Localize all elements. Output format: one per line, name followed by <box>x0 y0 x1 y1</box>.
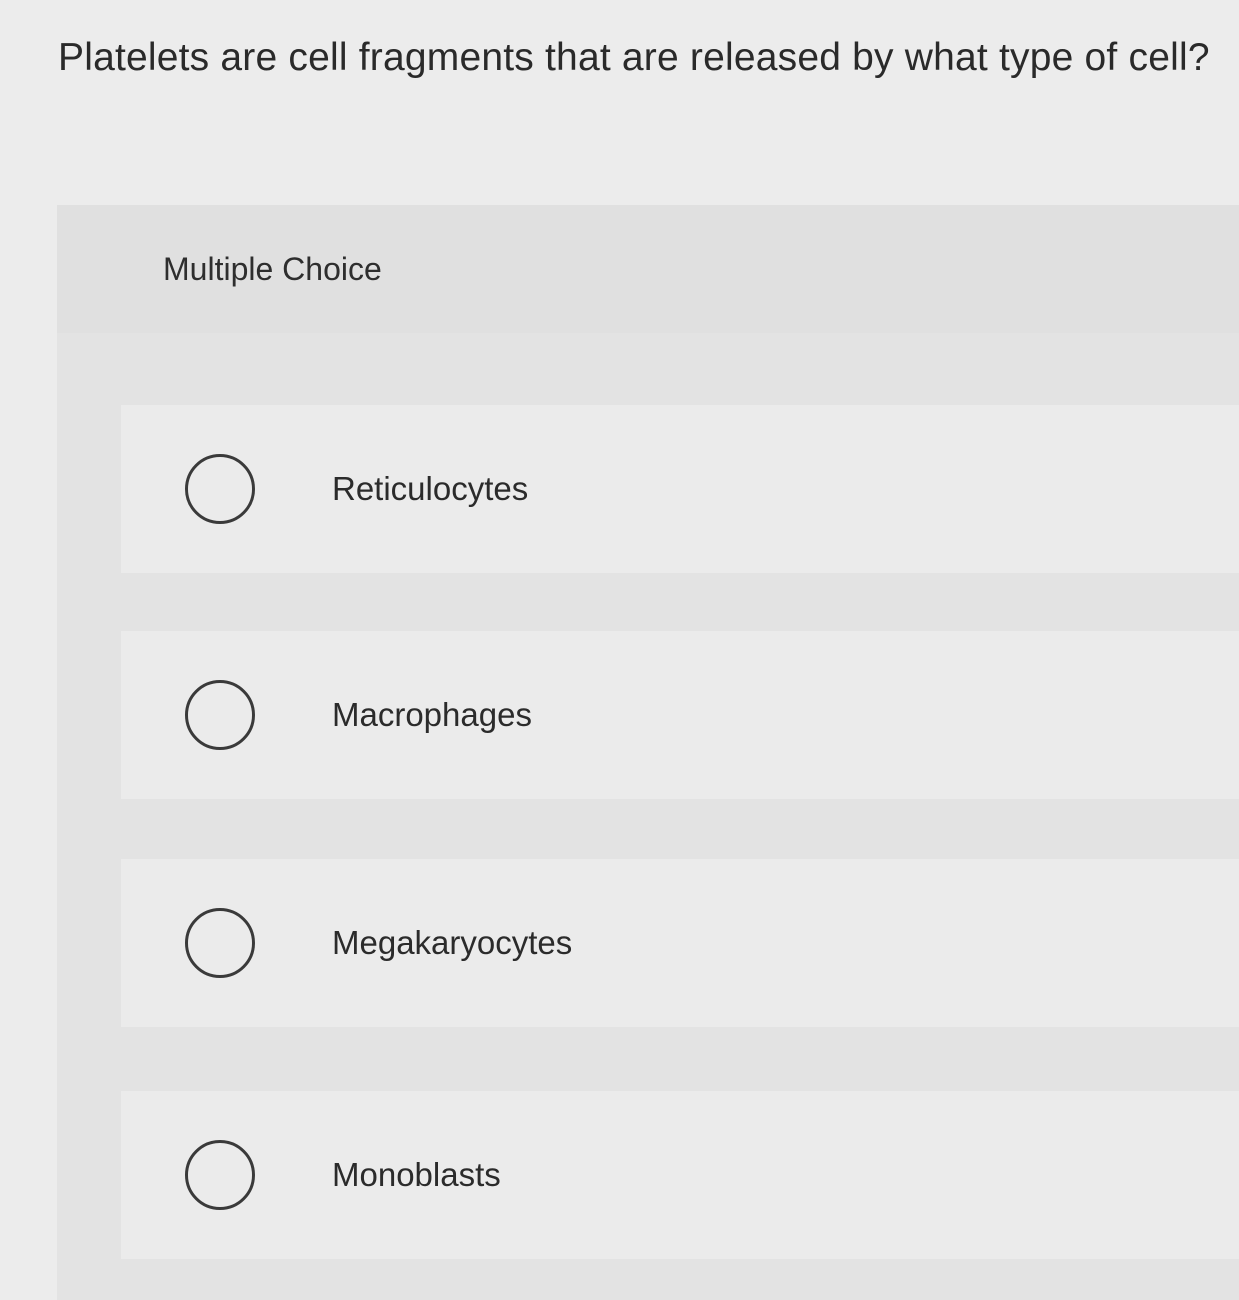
answer-option-megakaryocytes[interactable]: Megakaryocytes <box>121 859 1239 1027</box>
multiple-choice-panel: Multiple Choice Reticulocytes Macrophage… <box>57 205 1239 1300</box>
answer-option-label: Megakaryocytes <box>332 924 573 961</box>
answer-option-label: Reticulocytes <box>332 470 529 507</box>
answer-option-macrophages[interactable]: Macrophages <box>121 631 1239 799</box>
radio-button-icon[interactable] <box>185 908 255 978</box>
answer-option-reticulocytes[interactable]: Reticulocytes <box>121 405 1239 573</box>
question-text: Platelets are cell fragments that are re… <box>58 36 1210 79</box>
radio-button-icon[interactable] <box>185 1140 255 1210</box>
multiple-choice-label: Multiple Choice <box>163 251 382 287</box>
answer-option-monoblasts[interactable]: Monoblasts <box>121 1091 1239 1259</box>
answer-option-label: Monoblasts <box>332 1156 501 1193</box>
radio-button-icon[interactable] <box>185 680 255 750</box>
answer-option-label: Macrophages <box>332 696 532 733</box>
radio-button-icon[interactable] <box>185 454 255 524</box>
multiple-choice-header: Multiple Choice <box>57 205 1239 333</box>
